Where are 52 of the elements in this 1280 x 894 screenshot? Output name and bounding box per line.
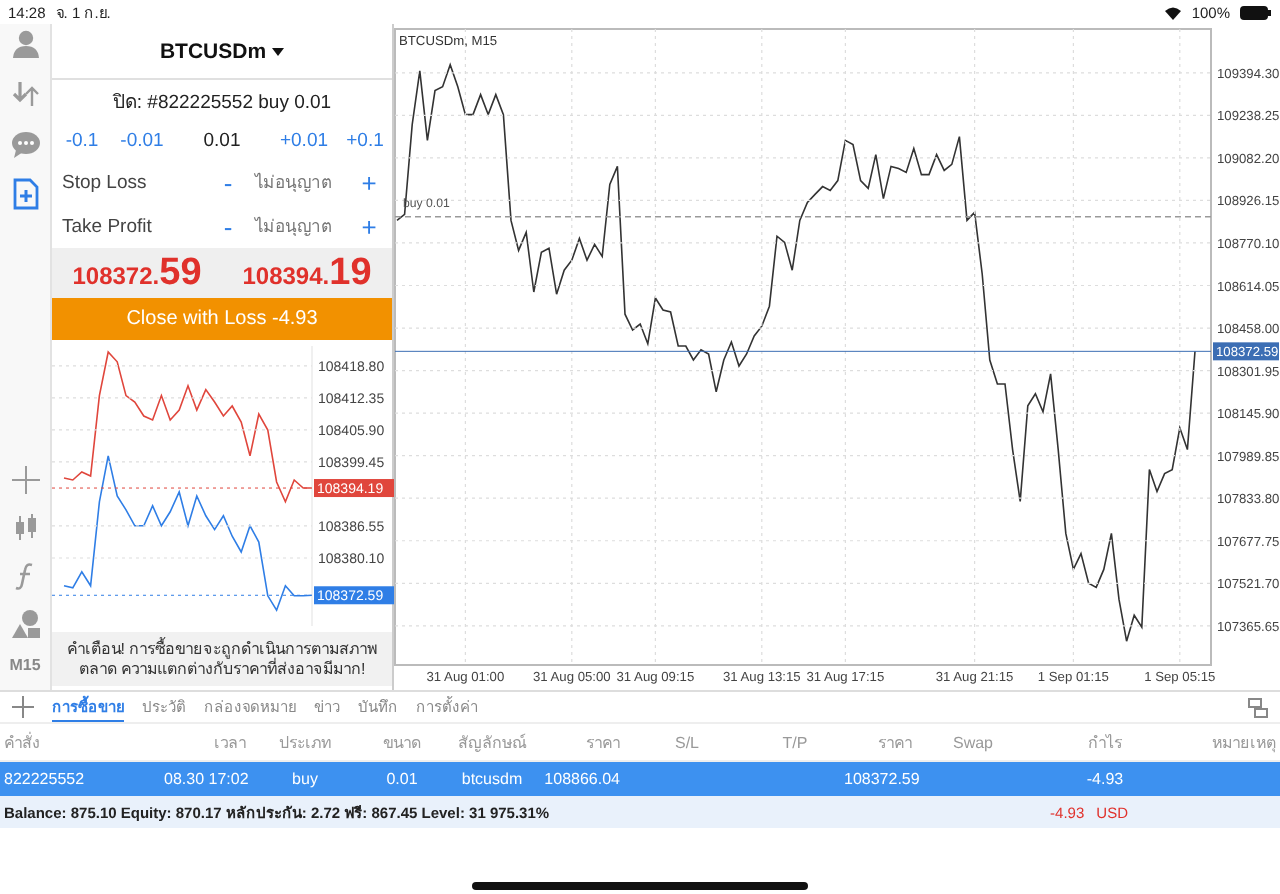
column-header: ประเภท [277,731,333,755]
minus-button[interactable]: - [223,211,233,241]
close-order-button[interactable]: Close with Loss -4.93 [52,298,392,340]
column-header: คำสั่ง [2,730,42,755]
column-header: Swap [950,733,995,751]
order-title: ปิด: #822225552 buy 0.01 [112,89,332,115]
column-header: หมายเหตุ [1210,731,1278,755]
volume-step-button[interactable]: -0.1 [65,129,99,151]
plus-button[interactable]: + [361,167,377,197]
table-cell-text: 822225552 [2,770,87,788]
table-cell-text: buy [290,770,320,788]
chat-icon[interactable] [9,128,41,160]
volume-step-button[interactable]: -0.01 [120,129,164,151]
shapes-icon[interactable] [9,608,41,640]
price-quote: 108372.59 [72,251,202,295]
price-field[interactable]: ไม่อนุญาต [244,216,344,236]
field-label: Stop Loss [60,171,147,193]
symbol-dropdown[interactable]: BTCUSDm [159,39,285,63]
column-header: S/L [672,733,701,751]
column-header: เวลา [212,731,248,755]
table-cell-text: 0.01 [384,770,420,788]
minus-button[interactable]: - [223,167,233,197]
timeframe-button[interactable]: M15 [9,656,41,674]
user-icon[interactable] [9,28,41,60]
table-cell-text: 08.30 17:02 [162,770,250,788]
add-icon[interactable] [12,696,34,718]
caret-icon [272,47,285,55]
new-document-icon[interactable] [9,178,41,210]
column-header: ขนาด [381,731,423,755]
warning-text: คำเตือน! การซื้อขายจะถูกดำเนินการตามสภาพตลาด ความแตกต่างกับราคาที่ส่งอาจมีมาก! [64,639,380,679]
battery-icon [1240,5,1272,19]
table-row[interactable]: 822225552 08.30 17:02 buy 0.01 btcusdm 108866.04 108372.59 -4.93 [0,762,1280,796]
plus-button[interactable]: + [361,211,377,241]
price-quote: 108394.19 [242,251,372,295]
table-cell-text: 108372.59 [842,770,916,788]
column-header: T/P [780,733,810,751]
column-header: สัญลักษณ์ [456,731,529,755]
column-header: กำไร [1086,731,1124,755]
column-header: ราคา [584,731,622,755]
up-down-arrows-icon[interactable] [9,78,41,110]
column-header: ราคา [876,731,914,755]
field-label: Take Profit [60,215,152,237]
wifi-icon [1163,5,1182,19]
volume-step-button[interactable]: +0.01 [279,129,329,151]
table-cell-text: btcusdm [459,770,525,788]
layout-icon[interactable] [1248,697,1268,717]
volume-value: 0.01 [203,129,241,151]
table-cell-text: -4.93 [1084,770,1126,788]
crosshair-icon[interactable] [9,464,41,496]
volume-step-button[interactable]: +0.1 [346,129,384,151]
table-cell-text: 108866.04 [542,770,622,788]
price-field[interactable]: ไม่อนุญาต [244,172,344,192]
